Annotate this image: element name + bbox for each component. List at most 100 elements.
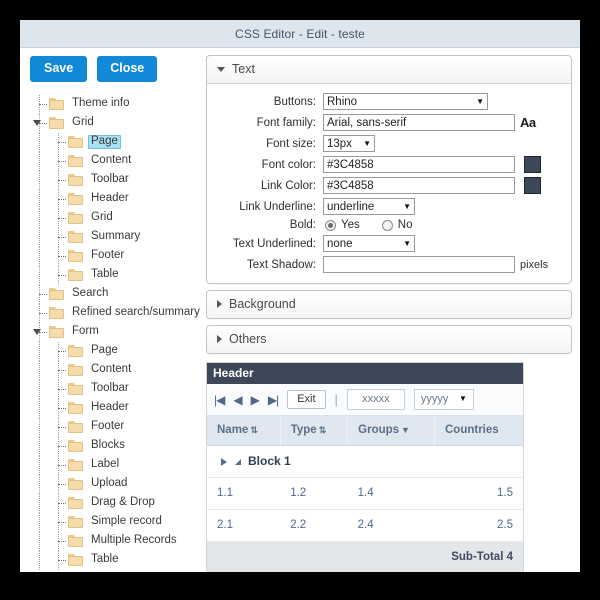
link-underline-select[interactable]: underline ▼ xyxy=(323,198,415,215)
panel-others-header[interactable]: Others xyxy=(207,326,571,353)
table-group-row[interactable]: Block 1 xyxy=(207,445,523,478)
table-row[interactable]: 2.1 2.2 2.4 2.5 xyxy=(207,509,523,542)
close-button[interactable]: Close xyxy=(97,56,158,82)
css-editor-window: CSS Editor - Edit - teste Save Close The… xyxy=(20,20,580,572)
preview-search-input[interactable]: xxxxx xyxy=(346,389,405,410)
column-header-name[interactable]: Name ⇅ xyxy=(207,416,281,446)
chevron-down-icon: ▼ xyxy=(476,96,484,106)
column-header-label: Name xyxy=(217,424,249,436)
buttons-select[interactable]: Rhino ▼ xyxy=(323,93,488,110)
bold-label: Bold: xyxy=(289,219,316,231)
bold-radio-no[interactable]: No xyxy=(381,219,413,231)
tree-node-toolbar[interactable]: Toolbar xyxy=(30,170,206,190)
tree-node-form[interactable]: Form xyxy=(30,322,206,342)
tree-guide-line xyxy=(30,493,49,513)
first-page-icon[interactable]: |◀ xyxy=(214,394,225,406)
bold-radio-yes[interactable]: Yes xyxy=(325,219,360,231)
tree-node-header[interactable]: Header xyxy=(30,189,206,209)
tree-node-refined-search-summary[interactable]: Refined search/summary xyxy=(30,303,206,323)
preview-table-head: Name ⇅ Type ⇅ Groups ▼ Countries xyxy=(207,416,523,446)
tree-node-toolbar[interactable]: Toolbar xyxy=(30,379,206,399)
tree-node-table[interactable]: Table xyxy=(30,550,206,570)
tree-guide-line xyxy=(30,227,49,247)
tree-node-label: Upload xyxy=(91,476,128,489)
text-underlined-select[interactable]: none ▼ xyxy=(323,235,415,252)
sort-both-icon[interactable]: ⇅ xyxy=(250,425,258,435)
font-size-select[interactable]: 13px ▼ xyxy=(323,135,375,152)
tree-node-upload[interactable]: Upload xyxy=(30,474,206,494)
next-page-icon[interactable]: ▶ xyxy=(251,394,260,406)
tree-node-page[interactable]: Page xyxy=(30,341,206,361)
text-underlined-label: Text Underlined: xyxy=(232,237,316,250)
tree-node-footer[interactable]: Footer xyxy=(30,246,206,266)
tree-guide-line xyxy=(30,170,49,190)
column-header-type[interactable]: Type ⇅ xyxy=(280,416,349,446)
text-shadow-unit-label: pixels xyxy=(520,258,549,271)
tree-guide-line xyxy=(30,379,49,399)
tree-guide-elbow xyxy=(49,189,68,209)
font-color-swatch[interactable] xyxy=(524,156,541,173)
tree-node-label: Page xyxy=(88,134,121,150)
tree-node-simple-record[interactable]: Simple record xyxy=(30,512,206,532)
tree-node-search[interactable]: Search xyxy=(30,284,206,304)
column-header-countries[interactable]: Countries xyxy=(434,416,523,446)
tree-node-multiple-records[interactable]: Multiple Records xyxy=(30,531,206,551)
left-pane: Save Close Theme info Grid Page Content Tool… xyxy=(20,48,206,572)
group-expand-icon[interactable] xyxy=(221,457,227,466)
tree-node-header[interactable]: Header xyxy=(30,398,206,418)
buttons-select-value: Rhino xyxy=(327,95,358,108)
group-collapse-icon[interactable] xyxy=(235,458,241,465)
link-color-swatch[interactable] xyxy=(524,177,541,194)
tree-node-content[interactable]: Content xyxy=(30,360,206,380)
column-header-label: Type xyxy=(290,424,317,436)
chevron-down-icon xyxy=(217,66,225,72)
sort-down-icon[interactable]: ▼ xyxy=(401,425,410,435)
panel-background-header[interactable]: Background xyxy=(207,291,571,318)
link-color-input[interactable]: #3C4858 xyxy=(323,177,515,194)
save-button[interactable]: Save xyxy=(30,56,88,82)
column-header-label: Groups xyxy=(358,424,400,436)
sort-both-icon[interactable]: ⇅ xyxy=(319,425,327,435)
tree-collapse-icon[interactable] xyxy=(33,119,41,129)
tree-guide-elbow xyxy=(49,265,68,285)
tree-node-grid[interactable]: Grid xyxy=(30,113,206,133)
tree-node-label[interactable]: Label xyxy=(30,455,206,475)
preview-filter-select[interactable]: yyyyy ▼ xyxy=(413,389,474,410)
tree-node-blocks[interactable]: Blocks xyxy=(30,436,206,456)
tree-node-summary[interactable]: Summary xyxy=(30,227,206,247)
last-page-icon[interactable]: ▶| xyxy=(268,394,279,406)
font-color-input[interactable]: #3C4858 xyxy=(323,156,515,173)
tree-node-label: Grid xyxy=(72,115,94,128)
tree-node-drag-drop[interactable]: Drag & Drop xyxy=(30,493,206,513)
tree-collapse-icon[interactable] xyxy=(33,328,41,338)
table-row[interactable]: 1.1 1.2 1.4 1.5 xyxy=(207,477,523,510)
exit-button[interactable]: Exit xyxy=(287,390,326,409)
tree-guide-elbow xyxy=(30,94,49,114)
link-underline-label: Link Underline: xyxy=(239,200,316,213)
folder-icon xyxy=(68,345,83,357)
tree-node-footer[interactable]: Footer xyxy=(30,417,206,437)
folder-icon xyxy=(68,402,83,414)
tree-guide-elbow xyxy=(49,417,68,437)
tree-guide-elbow xyxy=(49,531,68,551)
text-shadow-input[interactable] xyxy=(323,256,515,273)
column-header-groups[interactable]: Groups ▼ xyxy=(347,416,435,446)
prev-page-icon[interactable]: ◀ xyxy=(233,394,242,406)
folder-icon xyxy=(68,421,83,433)
font-size-label: Font size: xyxy=(266,137,316,150)
theme-tree[interactable]: Theme info Grid Page Content Toolbar Header Gr… xyxy=(30,94,206,570)
font-family-input[interactable]: Arial, sans-serif xyxy=(323,114,515,131)
font-picker-icon[interactable]: Aa xyxy=(520,115,536,130)
panel-text-header[interactable]: Text xyxy=(207,56,571,84)
tree-node-grid[interactable]: Grid xyxy=(30,208,206,228)
folder-icon xyxy=(68,459,83,471)
tree-node-table[interactable]: Table xyxy=(30,265,206,285)
radio-icon xyxy=(325,219,336,231)
tree-node-page[interactable]: Page xyxy=(30,132,206,152)
tree-node-content[interactable]: Content xyxy=(30,151,206,171)
tree-guide-elbow xyxy=(49,550,68,570)
tree-guide-line xyxy=(30,550,49,570)
tree-node-theme-info[interactable]: Theme info xyxy=(30,94,206,114)
bold-radio-no-label: No xyxy=(397,219,413,231)
tree-node-label: Blocks xyxy=(91,438,125,451)
